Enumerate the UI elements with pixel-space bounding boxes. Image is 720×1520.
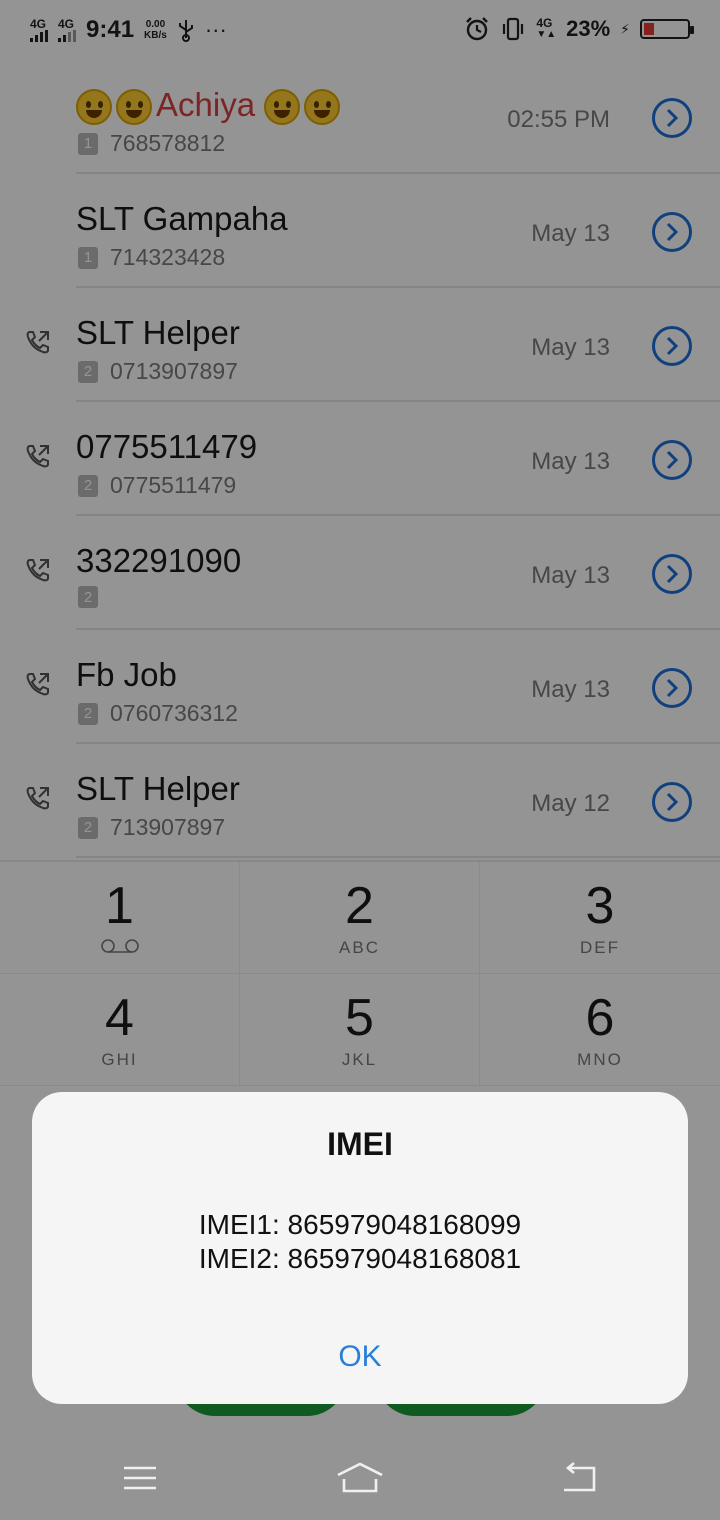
menu-button[interactable] [110,1450,170,1506]
home-button[interactable] [330,1450,390,1506]
imei1-text: IMEI1: 865979048168099 [198,1209,522,1240]
back-button[interactable] [550,1450,610,1506]
menu-icon [124,1466,156,1490]
imei-dialog: IMEI IMEI1: 865979048168099 IMEI2: 86597… [32,1092,688,1404]
navigation-bar [0,1430,720,1520]
dialog-message: IMEI1: 865979048168099 IMEI2: 8659790481… [32,1208,688,1276]
imei2-text: IMEI2: 865979048168081 [198,1243,522,1274]
home-icon [337,1462,383,1493]
dialog-title: IMEI [327,1126,393,1162]
ok-button[interactable]: OK [32,1340,688,1374]
back-icon [564,1462,596,1492]
